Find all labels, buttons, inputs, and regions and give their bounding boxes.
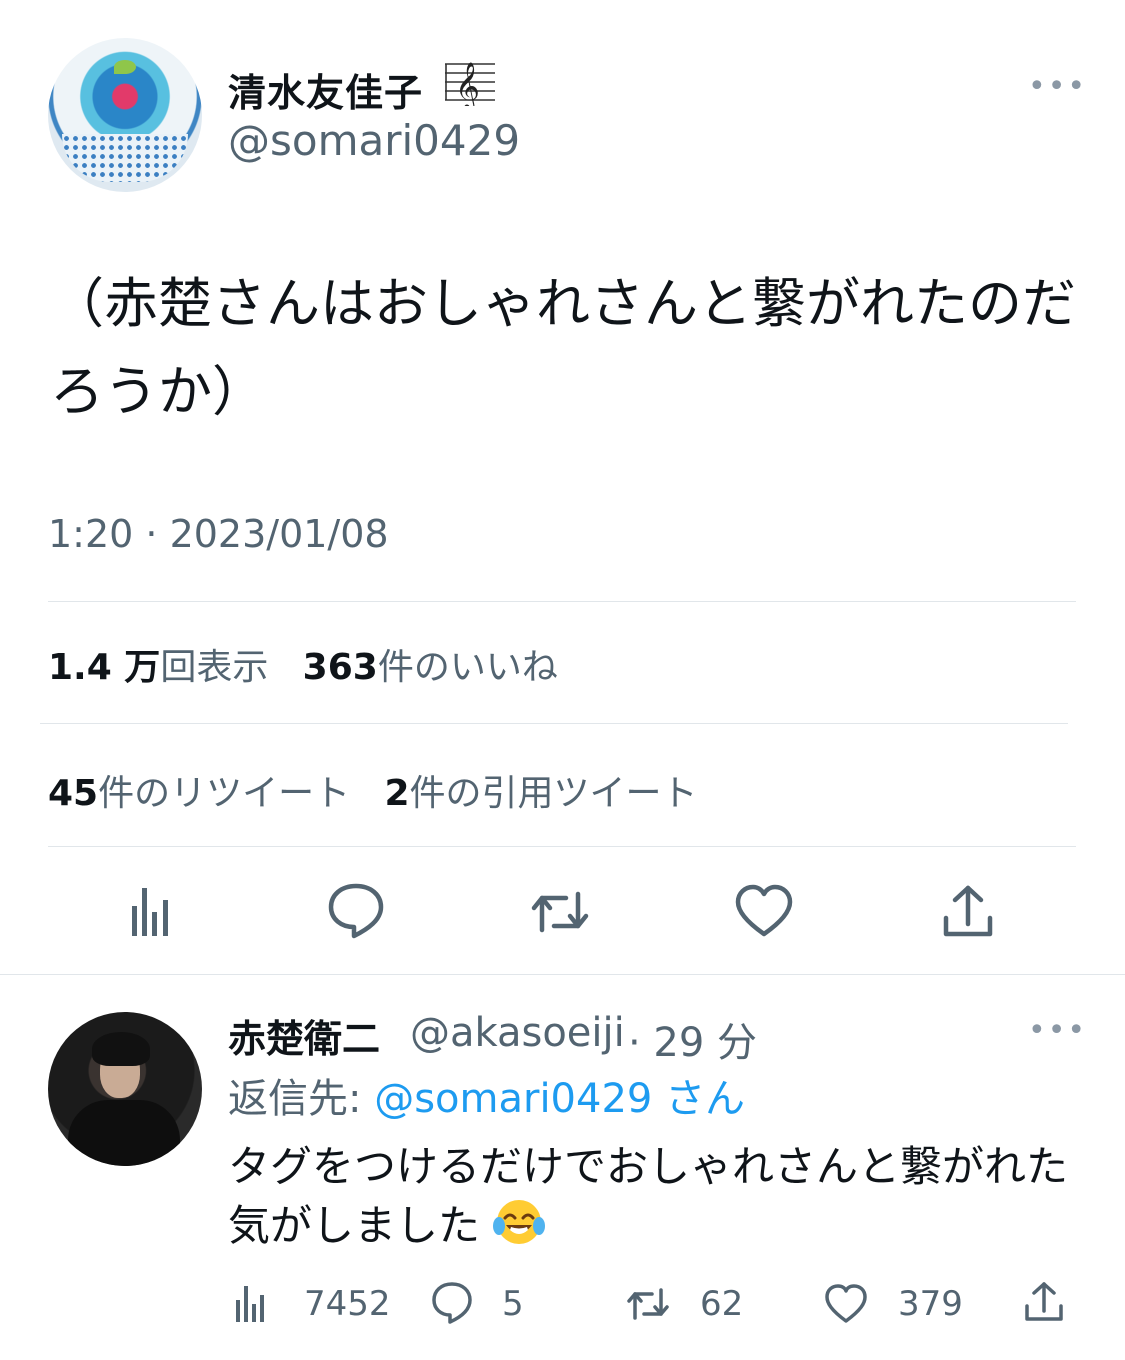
reply-views-count: 7452 <box>304 1284 391 1324</box>
reply-time[interactable]: · 29 分 <box>628 1010 757 1068</box>
tweet-timestamp[interactable]: 1:20 · 2023/01/08 <box>48 512 389 556</box>
treble-clef-staff-icon: 𝄞 <box>445 61 495 106</box>
divider <box>40 723 1068 724</box>
reply-replies-count: 5 <box>502 1284 524 1324</box>
share-upload-icon[interactable] <box>1022 1280 1066 1324</box>
views-count: 1.4 万 <box>48 647 161 688</box>
heart-icon[interactable] <box>734 882 794 942</box>
replying-to-line: 返信先: @somari0429 さん <box>228 1066 745 1124</box>
author-display-name[interactable]: 清水友佳子 <box>228 62 423 117</box>
author-avatar[interactable] <box>48 38 202 192</box>
retweets-count[interactable]: 45 <box>48 773 98 814</box>
reply-bubble-icon[interactable] <box>430 1280 474 1324</box>
reply-author-handle[interactable]: @akasoeiji <box>410 1010 625 1056</box>
retweet-quote-stats: 45件のリツイート 2件の引用ツイート <box>48 764 698 816</box>
views-likes-stats: 1.4 万回表示 363件のいいね <box>48 638 558 690</box>
tweet-text: （赤楚さんはおしゃれさんと繋がれたのだろうか） <box>50 272 1076 423</box>
reply-likes-count: 379 <box>898 1284 963 1324</box>
reply-author-avatar[interactable] <box>48 1012 202 1166</box>
retweets-label[interactable]: 件のリツイート <box>98 773 350 814</box>
divider <box>48 846 1076 847</box>
retweet-icon[interactable] <box>530 882 590 942</box>
replying-to-prefix: 返信先: <box>228 1076 375 1122</box>
reply-text-block: タグをつけるだけでおしゃれさんと繋がれた気がしました <box>228 1138 1088 1255</box>
retweet-icon[interactable] <box>626 1282 670 1326</box>
likes-label[interactable]: 件のいいね <box>378 647 558 688</box>
reply-bubble-icon[interactable] <box>326 880 386 940</box>
divider <box>48 601 1076 602</box>
svg-text:𝄞: 𝄞 <box>455 61 480 106</box>
likes-count[interactable]: 363 <box>303 647 378 688</box>
reply-retweets-count: 62 <box>700 1284 744 1324</box>
face-with-tears-of-joy-icon <box>493 1200 546 1244</box>
heart-icon[interactable] <box>824 1282 868 1326</box>
views-label: 回表示 <box>160 647 269 688</box>
reply-more-options-icon[interactable]: ••• <box>1028 1016 1087 1046</box>
analytics-icon[interactable] <box>230 1282 274 1326</box>
reply-text: タグをつけるだけでおしゃれさんと繋がれた気がしました <box>228 1142 1069 1250</box>
analytics-icon[interactable] <box>122 882 182 942</box>
replying-to-link[interactable]: @somari0429 さん <box>374 1076 745 1122</box>
reply-author-display-name[interactable]: 赤楚衛二 <box>228 1008 380 1063</box>
author-handle[interactable]: @somari0429 <box>228 116 520 165</box>
quotes-label[interactable]: 件の引用ツイート <box>410 773 698 814</box>
tweet-more-options-icon[interactable]: ••• <box>1028 72 1087 102</box>
divider <box>0 974 1125 975</box>
share-upload-icon[interactable] <box>938 882 998 942</box>
quotes-count[interactable]: 2 <box>384 773 409 814</box>
